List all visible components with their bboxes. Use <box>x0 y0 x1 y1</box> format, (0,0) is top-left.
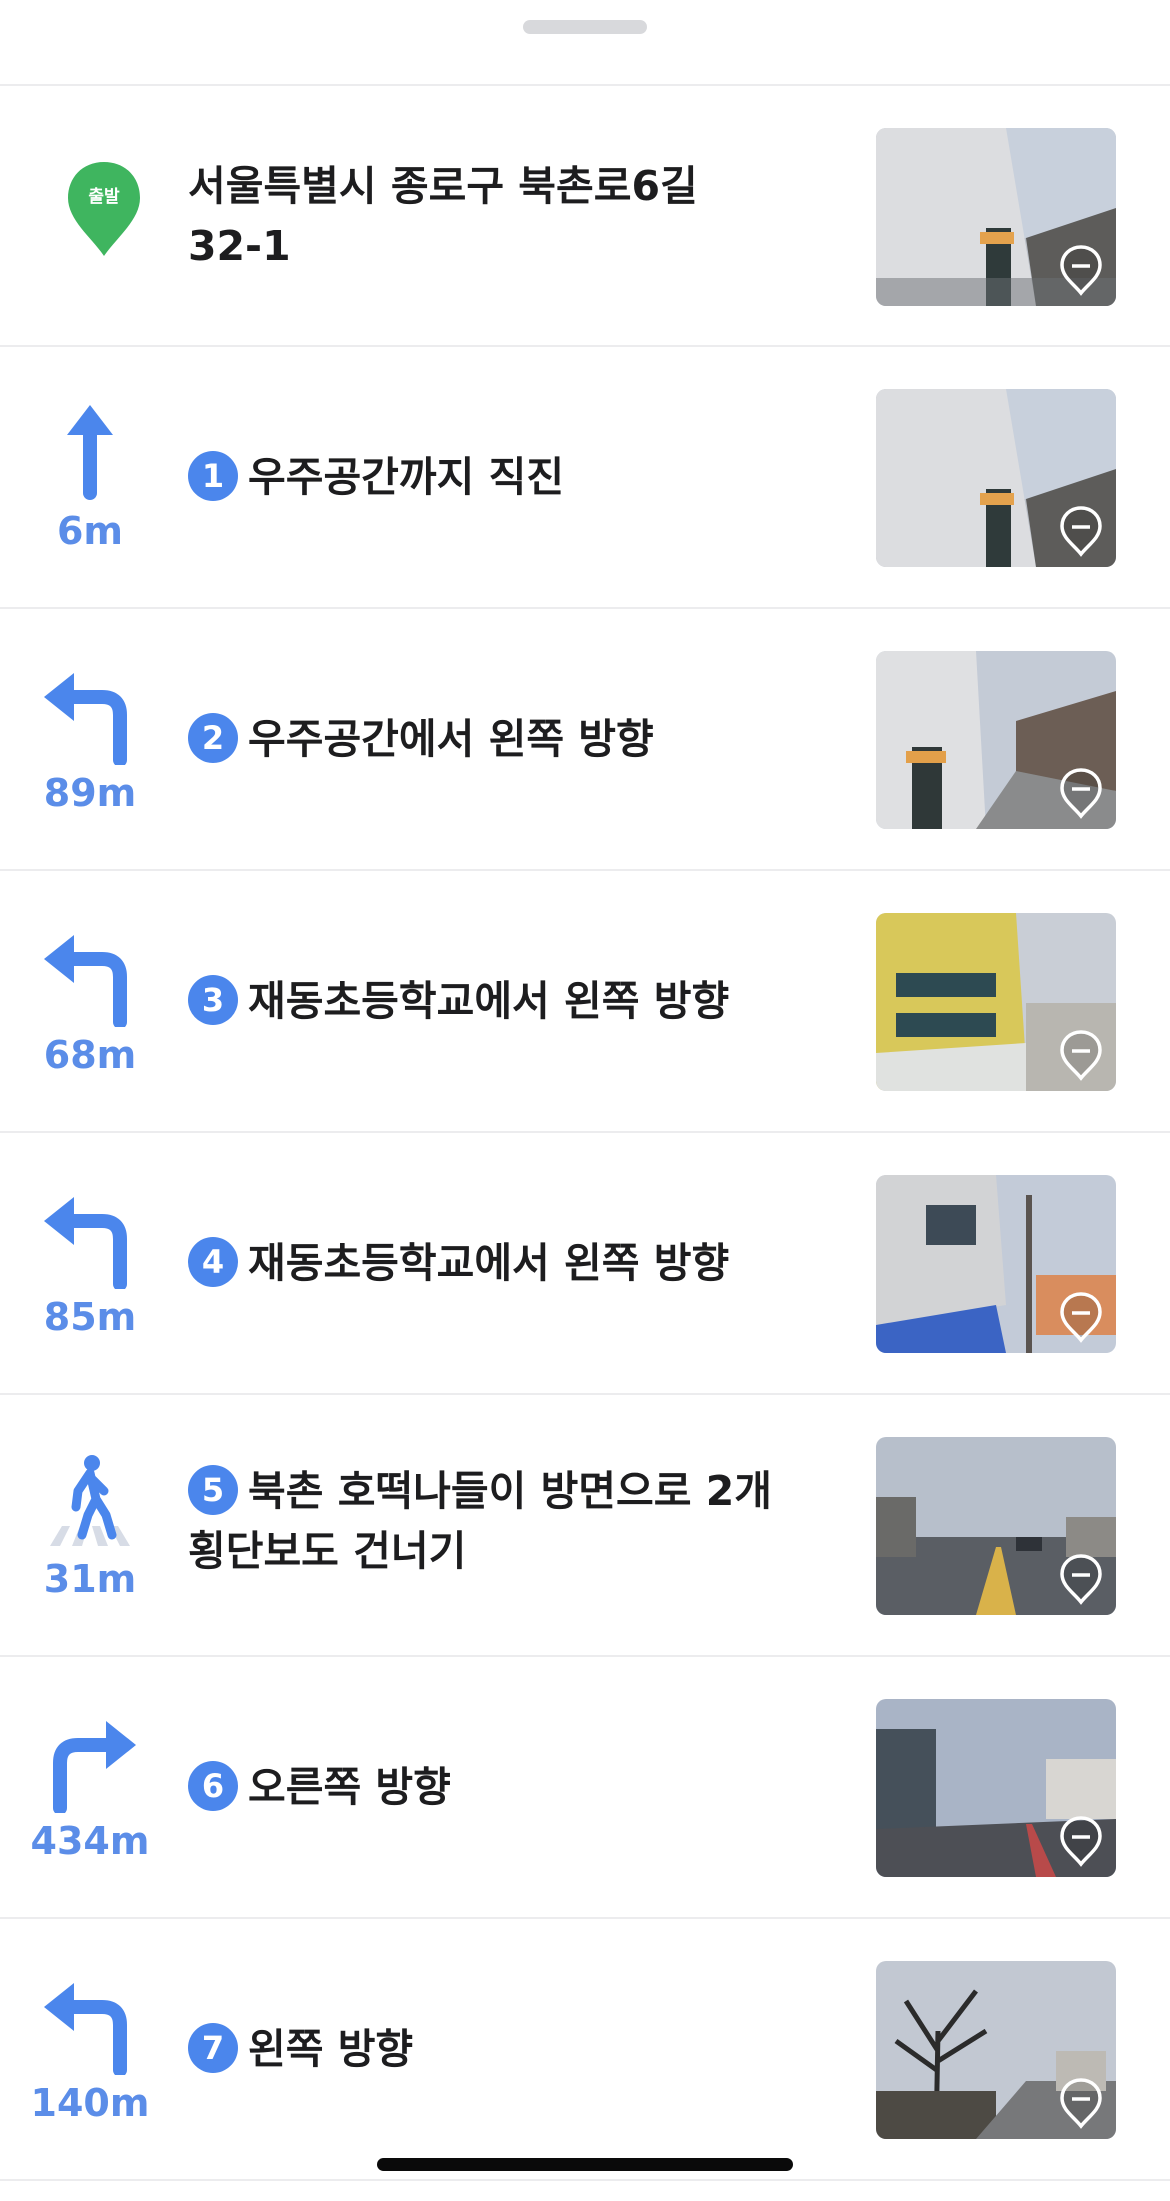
step-distance: 434m <box>30 1819 150 1863</box>
route-step-row[interactable]: 434m 6 오른쪽 방향 <box>0 1657 1170 1919</box>
step-instruction-text: 오른쪽 방향 <box>248 1763 451 1811</box>
start-pin-icon <box>68 162 140 256</box>
turn-left-arrow-icon <box>44 673 127 765</box>
step-instruction: 7 왼쪽 방향 <box>188 2019 828 2079</box>
route-step-row[interactable]: 89m 2 우주공간에서 왼쪽 방향 <box>0 609 1170 871</box>
step-number-badge: 2 <box>188 713 238 763</box>
home-indicator[interactable] <box>377 2158 793 2171</box>
turn-right-arrow-icon <box>53 1721 136 1813</box>
start-address-line1: 서울특별시 종로구 북촌로6길 <box>188 162 698 210</box>
route-step-row[interactable]: 68m 3 재동초등학교에서 왼쪽 방향 <box>0 871 1170 1133</box>
route-step-row[interactable]: 85m 4 재동초등학교에서 왼쪽 방향 <box>0 1133 1170 1395</box>
route-step-list: 출발 서울특별시 종로구 북촌로6길 32-1 6m 1 우주공간까지 직진 8… <box>0 84 1170 2181</box>
step-instruction-text: 우주공간까지 직진 <box>248 453 565 501</box>
street-view-thumbnail[interactable] <box>876 1699 1116 1877</box>
start-location-row[interactable]: 출발 서울특별시 종로구 북촌로6길 32-1 <box>0 86 1170 347</box>
step-instruction: 6 오른쪽 방향 <box>188 1757 828 1817</box>
step-distance: 68m <box>43 1033 137 1077</box>
panorama-view-icon <box>1060 506 1102 557</box>
step-instruction-text: 북촌 호떡나들이 방면으로 2개 <box>248 1467 772 1515</box>
panorama-view-icon <box>1060 1816 1102 1867</box>
step-number-badge: 7 <box>188 2023 238 2073</box>
step-number-badge: 6 <box>188 1761 238 1811</box>
sheet-grabber-handle[interactable] <box>523 20 647 34</box>
start-address-line2: 32-1 <box>188 222 291 270</box>
step-instruction: 5 북촌 호떡나들이 방면으로 2개 횡단보도 건너기 <box>188 1461 828 1581</box>
panorama-view-icon <box>1060 245 1102 296</box>
step-distance: 85m <box>43 1295 137 1339</box>
step-instruction: 4 재동초등학교에서 왼쪽 방향 <box>188 1233 828 1293</box>
turn-left-arrow-icon <box>44 935 127 1027</box>
step-number-badge: 3 <box>188 975 238 1025</box>
step-number-badge: 4 <box>188 1237 238 1287</box>
panorama-view-icon <box>1060 768 1102 819</box>
step-distance: 140m <box>30 2081 150 2125</box>
step-instruction-text-line2: 횡단보도 건너기 <box>188 1527 467 1575</box>
panorama-view-icon <box>1060 1554 1102 1605</box>
straight-arrow-icon <box>67 405 113 500</box>
step-instruction-text: 재동초등학교에서 왼쪽 방향 <box>248 977 730 1025</box>
street-view-thumbnail[interactable] <box>876 1175 1116 1353</box>
panorama-view-icon <box>1060 1030 1102 1081</box>
turn-left-arrow-icon <box>44 1983 127 2075</box>
street-view-thumbnail[interactable] <box>876 1961 1116 2139</box>
step-instruction: 3 재동초등학교에서 왼쪽 방향 <box>188 971 828 1031</box>
panorama-view-icon <box>1060 2078 1102 2129</box>
maneuver-indicator: 140m <box>20 1919 160 2179</box>
street-view-thumbnail[interactable] <box>876 1437 1116 1615</box>
route-step-row[interactable]: 6m 1 우주공간까지 직진 <box>0 347 1170 609</box>
maneuver-indicator: 434m <box>20 1657 160 1917</box>
step-number-badge: 5 <box>188 1465 238 1515</box>
street-view-thumbnail[interactable] <box>876 913 1116 1091</box>
maneuver-indicator: 6m <box>20 347 160 607</box>
crosswalk-pedestrian-icon <box>50 1455 130 1546</box>
maneuver-indicator: 31m <box>20 1395 160 1655</box>
step-instruction-text: 재동초등학교에서 왼쪽 방향 <box>248 1239 730 1287</box>
street-view-thumbnail[interactable] <box>876 389 1116 567</box>
maneuver-indicator: 68m <box>20 871 160 1131</box>
step-instruction-text: 왼쪽 방향 <box>248 2025 414 2073</box>
start-address: 서울특별시 종로구 북촌로6길 32-1 <box>188 156 828 276</box>
turn-left-arrow-icon <box>44 1197 127 1289</box>
step-distance: 31m <box>43 1557 137 1601</box>
route-steps-sheet: 출발 서울특별시 종로구 북촌로6길 32-1 6m 1 우주공간까지 직진 8… <box>0 0 1170 2201</box>
route-step-row[interactable]: 31m 5 북촌 호떡나들이 방면으로 2개 횡단보도 건너기 <box>0 1395 1170 1657</box>
step-instruction: 2 우주공간에서 왼쪽 방향 <box>188 709 828 769</box>
street-view-thumbnail[interactable] <box>876 651 1116 829</box>
step-distance: 89m <box>43 771 137 815</box>
street-view-thumbnail[interactable] <box>876 128 1116 306</box>
start-badge-label: 출발 <box>88 187 120 207</box>
panorama-view-icon <box>1060 1292 1102 1343</box>
step-instruction-text: 우주공간에서 왼쪽 방향 <box>248 715 654 763</box>
maneuver-indicator: 85m <box>20 1133 160 1393</box>
step-number-badge: 1 <box>188 451 238 501</box>
maneuver-indicator: 89m <box>20 609 160 869</box>
step-distance: 6m <box>56 509 124 553</box>
route-step-row[interactable]: 140m 7 왼쪽 방향 <box>0 1919 1170 2181</box>
step-instruction: 1 우주공간까지 직진 <box>188 447 828 507</box>
